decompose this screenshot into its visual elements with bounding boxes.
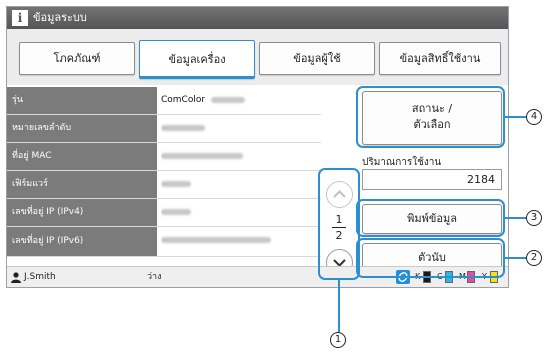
table-row: เลขที่อยู่ IP (IPv6) <box>7 227 321 257</box>
redacted-text <box>161 124 205 131</box>
row-value-mac <box>161 143 319 170</box>
table-row: เลขที่อยู่ IP (IPv4) <box>7 199 321 227</box>
callout-number-2: 2 <box>526 250 542 266</box>
title-bar: i ข้อมูลระบบ <box>7 7 508 29</box>
row-label-model: รุ่น <box>7 87 157 114</box>
callout-frame-3 <box>356 199 505 237</box>
tab-supplies[interactable]: โภคภัณฑ์ <box>19 42 135 75</box>
callout-number-1: 1 <box>330 332 346 348</box>
info-icon: i <box>12 10 28 26</box>
callout-leader-1 <box>338 280 340 332</box>
row-label-mac: ที่อยู่ MAC <box>7 143 157 170</box>
user-name[interactable]: J.Smith <box>24 267 56 287</box>
window-title: ข้อมูลระบบ <box>33 11 87 24</box>
callout-frame-1 <box>318 168 360 280</box>
table-row: เฟิร์มแวร์ <box>7 171 321 199</box>
row-label-ipv6: เลขที่อยู่ IP (IPv6) <box>7 227 157 256</box>
redacted-text <box>161 180 191 187</box>
tab-bar: โภคภัณฑ์ ข้อมูลเครื่อง ข้อมูลผู้ใช้ ข้อม… <box>7 29 508 85</box>
row-value-ipv6 <box>161 227 319 254</box>
table-row: รุ่น ComColor <box>7 87 321 115</box>
callout-frame-4 <box>356 86 505 148</box>
usage-label: ปริมาณการใช้งาน <box>362 157 442 168</box>
machine-status: ว่าง <box>147 272 162 282</box>
row-label-serial: หมายเลขลำดับ <box>7 115 157 142</box>
usage-value: 2184 <box>362 169 502 190</box>
machine-info-table: รุ่น ComColor หมายเลขลำดับ ที่อยู่ MAC เ… <box>7 87 321 257</box>
callout-number-3: 3 <box>526 210 542 226</box>
row-label-ipv4: เลขที่อยู่ IP (IPv4) <box>7 199 157 226</box>
tab-user-info[interactable]: ข้อมูลผู้ใช้ <box>259 42 375 75</box>
redacted-text <box>161 236 271 243</box>
tab-license-info[interactable]: ข้อมูลสิทธิ์ใช้งาน <box>379 42 501 75</box>
row-value-ipv4 <box>161 199 319 226</box>
callout-leader-2 <box>505 257 526 259</box>
redacted-text <box>210 96 245 103</box>
table-row: หมายเลขลำดับ <box>7 115 321 143</box>
table-row: ที่อยู่ MAC <box>7 143 321 171</box>
row-value-serial <box>161 115 319 142</box>
callout-number-4: 4 <box>526 109 542 125</box>
callout-leader-4 <box>505 116 526 118</box>
redacted-text <box>161 208 191 215</box>
user-icon <box>11 272 21 283</box>
row-label-firmware: เฟิร์มแวร์ <box>7 171 157 198</box>
row-value-model: ComColor <box>161 87 319 114</box>
model-name: ComColor <box>161 95 206 105</box>
redacted-text <box>161 152 243 159</box>
row-value-firmware <box>161 171 319 198</box>
tab-machine-info[interactable]: ข้อมูลเครื่อง <box>139 40 255 79</box>
callout-leader-3 <box>505 217 526 219</box>
callout-frame-2 <box>356 238 505 278</box>
